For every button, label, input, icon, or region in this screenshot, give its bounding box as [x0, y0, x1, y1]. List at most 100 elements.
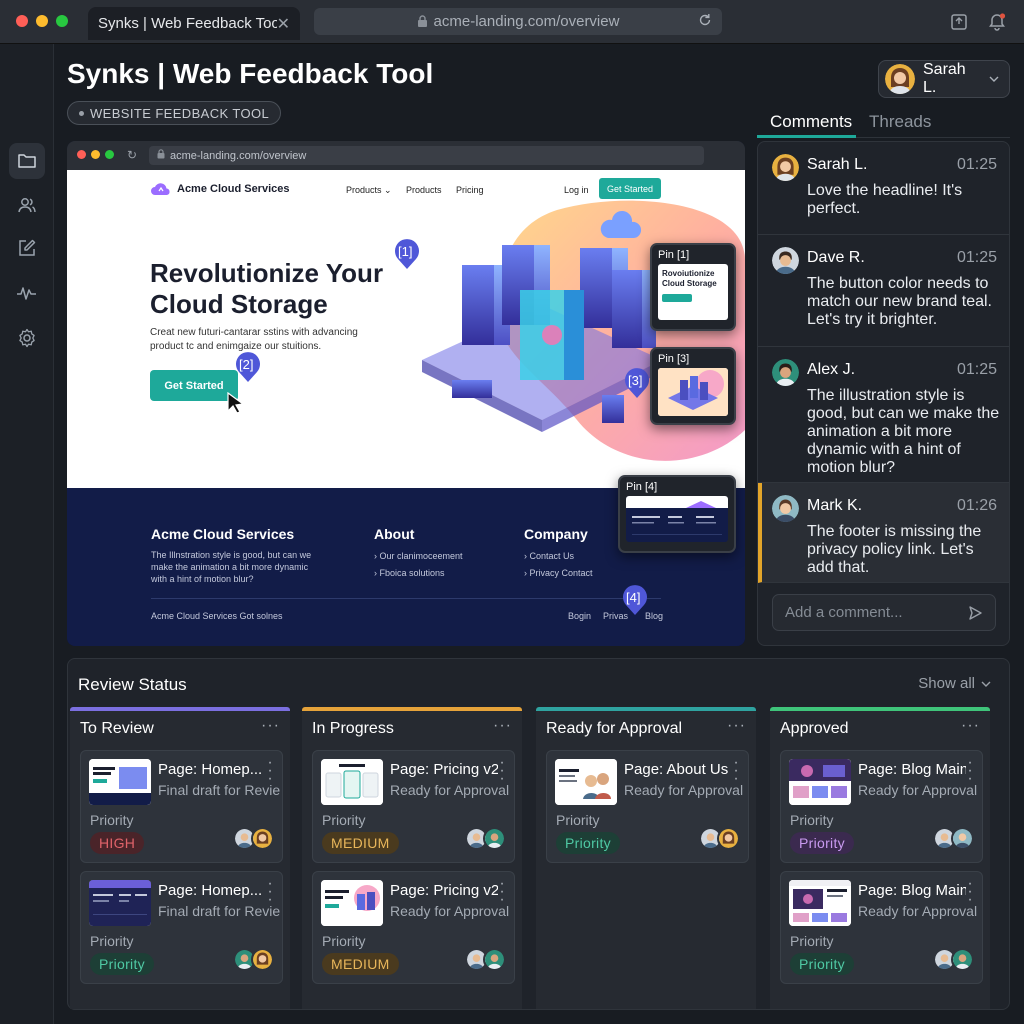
pin-card-4-title: Pin [4] [626, 481, 658, 493]
kebab-menu-icon[interactable]: · · · [264, 876, 276, 908]
user-menu-button[interactable]: Sarah L. [878, 60, 1010, 98]
comment-avatar [772, 247, 799, 274]
send-icon[interactable] [967, 605, 983, 621]
comment-item[interactable]: Sarah L. 01:25 Love the headline! It's p… [758, 142, 1009, 235]
more-options-icon[interactable]: ··· [493, 717, 512, 735]
share-icon[interactable] [950, 13, 968, 31]
site-login-link[interactable]: Log in [564, 185, 589, 195]
card-subtitle: Ready for Approval [390, 782, 510, 798]
site-nav-products[interactable]: Products [406, 185, 442, 195]
review-card[interactable]: Page: Pricing v2 Ready for Approval · · · … [312, 750, 515, 863]
column-color-bar [302, 707, 522, 711]
assignee-avatars [699, 827, 740, 850]
kebab-menu-icon[interactable]: · · · [730, 755, 742, 787]
column-color-bar [536, 707, 756, 711]
browser-tab[interactable]: Synks | Web Feedback Tool ✕ [88, 7, 300, 40]
assignee-avatars [233, 948, 274, 971]
comment-time: 01:26 [956, 497, 997, 514]
pin-card-1[interactable]: Pin [1] Rovoiutionize Cloud Storage [650, 243, 736, 331]
page-title: Synks | Web Feedback Tool [67, 58, 434, 89]
activity-icon[interactable] [9, 275, 45, 311]
kebab-menu-icon[interactable]: · · · [496, 755, 508, 787]
comment-item[interactable]: Dave R. 01:25 The button color needs to … [758, 235, 1009, 347]
pin-card-4[interactable]: Pin [4] [618, 475, 736, 553]
card-title: Page: Homep... [158, 882, 263, 899]
comment-time: 01:25 [956, 249, 997, 266]
kebab-menu-icon[interactable]: · · · [964, 755, 976, 787]
review-card[interactable]: Page: Pricing v2 Ready for Approval · · · … [312, 871, 515, 984]
notification-bell-icon[interactable] [987, 12, 1007, 32]
pin-marker-2[interactable]: [2] [234, 351, 260, 382]
assignee-avatars [933, 827, 974, 850]
review-card[interactable]: Page: Blog Main Ready for Approval · · · P… [780, 871, 983, 984]
edit-icon[interactable] [9, 230, 45, 266]
comments-tabs: Comments Threads [757, 106, 1010, 138]
folder-icon[interactable] [9, 143, 45, 179]
more-options-icon[interactable]: ··· [961, 717, 980, 735]
card-thumbnail [789, 880, 851, 926]
footer-about-link-1[interactable]: › Our clanimoceement [374, 550, 463, 562]
kebab-menu-icon[interactable]: · · · [964, 876, 976, 908]
pin-card-1-thumb-button [662, 294, 692, 302]
comments-panel: Sarah L. 01:25 Love the headline! It's p… [757, 141, 1010, 646]
comment-item[interactable]: Alex J. 01:25 The illustration style is … [758, 347, 1009, 483]
site-nav-products-dropdown[interactable]: Products ⌄ [346, 185, 392, 196]
user-name: Sarah L. [923, 61, 966, 96]
column-approved: Approved ··· Page: Blog Main Ready for A… [770, 707, 990, 1009]
site-hero-section: Acme Cloud Services Products ⌄ Products … [67, 170, 745, 488]
pin-marker-3[interactable]: [3] [623, 367, 649, 398]
card-thumbnail [321, 759, 383, 805]
minimize-window-button[interactable] [36, 15, 48, 27]
review-card[interactable]: Page: Homep... Final draft for Review · ·… [80, 871, 283, 984]
tab-threads[interactable]: Threads [869, 112, 931, 132]
pin-marker-1[interactable]: [1] [393, 238, 419, 269]
server-illustration [422, 210, 662, 432]
close-window-button[interactable] [16, 15, 28, 27]
priority-label: Priority [322, 812, 366, 828]
review-card[interactable]: Page: About Us Ready for Approval · · · Pr… [546, 750, 749, 863]
priority-badge: Priority [790, 832, 854, 854]
column-color-bar [70, 707, 290, 711]
pin-marker-4[interactable]: [4] [621, 584, 647, 615]
show-all-button[interactable]: Show all [918, 675, 991, 692]
kebab-menu-icon[interactable]: · · · [264, 755, 276, 787]
website-preview: ↻ acme-landing.com/overview Acme Cloud S… [67, 141, 745, 646]
preview-url: acme-landing.com/overview [170, 149, 307, 162]
preview-reload-icon[interactable]: ↻ [127, 148, 137, 162]
tab-comments[interactable]: Comments [770, 112, 852, 132]
column-in-progress: In Progress ··· Page: Pricing v2 Ready f… [302, 707, 522, 1009]
assignee-avatar [251, 948, 274, 971]
footer-bottom-login[interactable]: Bogin [568, 610, 591, 622]
chevron-down-icon [989, 76, 999, 82]
comment-input[interactable]: Add a comment... [772, 594, 996, 631]
more-options-icon[interactable]: ··· [727, 717, 746, 735]
address-bar[interactable]: acme-landing.com/overview [314, 8, 722, 35]
more-options-icon[interactable]: ··· [261, 717, 280, 735]
reload-icon[interactable] [698, 13, 712, 27]
pin-marker-4-label: [4] [626, 590, 641, 605]
card-title: Page: About Us [624, 761, 729, 778]
kebab-menu-icon[interactable]: · · · [496, 876, 508, 908]
review-card[interactable]: Page: Homep... Final draft for Review · ·… [80, 750, 283, 863]
comment-item-selected[interactable]: Mark K. 01:26 The footer is missing the … [758, 483, 1009, 583]
close-tab-icon[interactable]: ✕ [277, 14, 290, 34]
hero-get-started-button[interactable]: Get Started [150, 370, 238, 401]
card-subtitle: Ready for Approval [624, 782, 744, 798]
review-card[interactable]: Page: Blog Main Ready for Approval · · · P… [780, 750, 983, 863]
pin-marker-2-label: [2] [239, 357, 254, 372]
site-brand: Acme Cloud Services [177, 183, 290, 195]
preview-lock-icon [157, 149, 165, 162]
footer-about-link-2[interactable]: › Fboica solutions [374, 567, 445, 579]
maximize-window-button[interactable] [56, 15, 68, 27]
settings-gear-icon[interactable] [9, 320, 45, 356]
site-nav-pricing[interactable]: Pricing [456, 185, 484, 195]
pin-card-3[interactable]: Pin [3] [650, 347, 736, 425]
users-icon[interactable] [9, 187, 45, 223]
site-nav-cta-button[interactable]: Get Started [599, 178, 661, 199]
footer-contact-label: Contact Us [529, 551, 575, 561]
footer-privacy-link[interactable]: › Privacy Contact [524, 567, 593, 579]
assignee-avatar [251, 827, 274, 850]
footer-bottom-text: Acme Cloud Services Got solnes [151, 611, 283, 621]
show-all-label: Show all [918, 675, 975, 692]
footer-contact-link[interactable]: › Contact Us [524, 550, 574, 562]
